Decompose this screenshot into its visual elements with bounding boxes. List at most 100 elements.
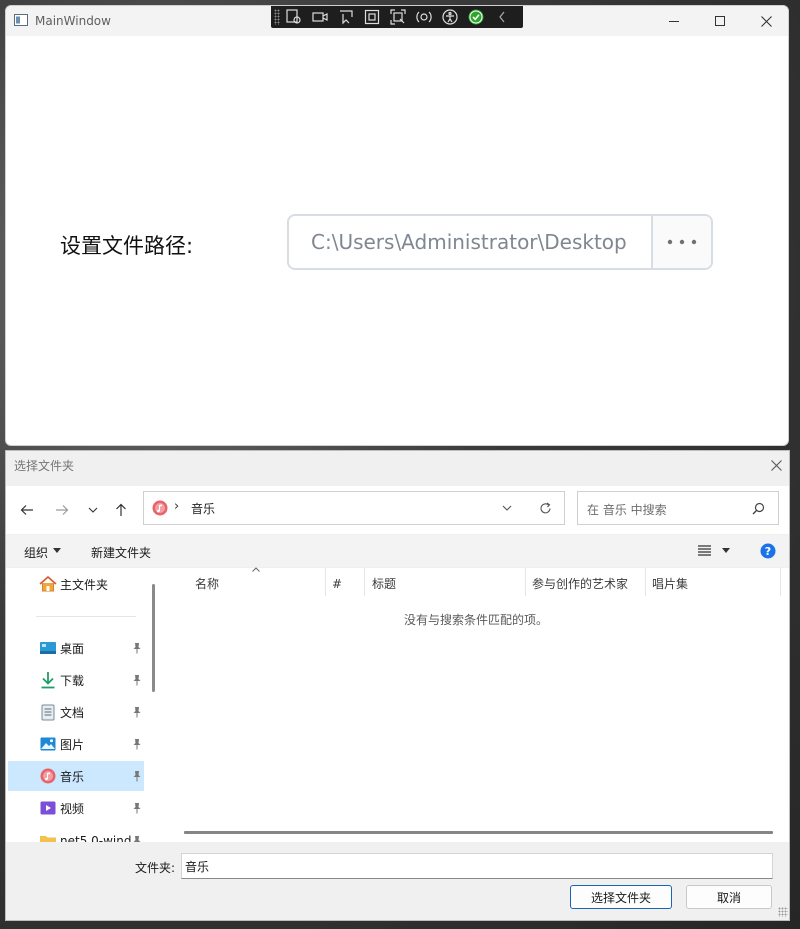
breadcrumb-separator: › [174, 499, 180, 514]
maximize-icon [715, 16, 725, 26]
debug-toolbar [271, 6, 523, 28]
pointer-icon[interactable] [337, 8, 355, 26]
column-divider[interactable] [325, 568, 326, 596]
path-label: 设置文件路径: [60, 234, 194, 258]
arrow-up-icon [115, 503, 127, 517]
address-bar[interactable]: › 音乐 [143, 491, 565, 525]
minimize-icon [669, 16, 679, 26]
view-options-icon[interactable] [698, 545, 711, 556]
forward-button[interactable] [50, 498, 74, 522]
pin-icon[interactable] [131, 835, 143, 842]
arrow-left-icon [20, 504, 34, 516]
pin-icon[interactable] [131, 738, 143, 750]
sort-ascending-icon [252, 567, 260, 572]
refresh-icon[interactable] [539, 502, 552, 515]
breadcrumb-location[interactable]: 音乐 [191, 500, 215, 517]
pin-icon[interactable] [131, 642, 143, 654]
videos-icon [39, 799, 57, 817]
close-icon [760, 15, 772, 27]
sidebar-item-videos[interactable]: 视频 [8, 793, 144, 823]
title-bar[interactable]: MainWindow [6, 6, 788, 36]
select-folder-button[interactable]: 选择文件夹 [570, 885, 672, 909]
music-icon [152, 500, 168, 516]
caret-down-icon[interactable] [722, 548, 730, 553]
svg-text:?: ? [765, 545, 771, 558]
music-icon [39, 767, 57, 785]
window-title: MainWindow [35, 14, 111, 28]
pin-icon[interactable] [131, 674, 143, 686]
horizontal-scrollbar[interactable] [184, 831, 773, 834]
record-icon[interactable] [311, 8, 329, 26]
folder-icon [39, 832, 57, 842]
pin-icon[interactable] [131, 802, 143, 814]
frame-icon[interactable] [363, 8, 381, 26]
column-divider[interactable] [525, 568, 526, 596]
hot-reload-icon[interactable] [415, 8, 433, 26]
sidebar-item-folder[interactable]: net5.0-wind [8, 826, 144, 842]
dialog-title: 选择文件夹 [14, 459, 75, 473]
desktop-icon [39, 639, 57, 657]
close-button[interactable] [743, 6, 788, 36]
back-button[interactable] [15, 498, 39, 522]
navigation-pane: 主文件夹 桌面 下载 文档 图片 音乐 视频 net5.0-wind [6, 568, 164, 842]
select-element-icon[interactable] [285, 8, 303, 26]
browse-button[interactable] [651, 216, 711, 268]
main-window: MainWindow 设置文件路径: C:\Users\Administrato… [5, 5, 789, 446]
close-icon [770, 459, 782, 471]
column-header-artist[interactable]: 参与创作的艺术家 [532, 572, 628, 596]
screen-select-icon[interactable] [389, 8, 407, 26]
chevron-down-icon [88, 507, 98, 513]
search-input[interactable]: 在 音乐 中搜索 [577, 491, 779, 525]
sidebar-item-pictures[interactable]: 图片 [8, 729, 144, 759]
column-header-name[interactable]: 名称 [195, 572, 219, 596]
caret-down-icon [53, 548, 61, 553]
sidebar-item-documents[interactable]: 文档 [8, 697, 144, 727]
sidebar-item-desktop[interactable]: 桌面 [8, 633, 144, 663]
recent-locations-button[interactable] [81, 498, 105, 522]
resize-grip[interactable] [778, 907, 788, 917]
column-divider[interactable] [645, 568, 646, 596]
column-header-number[interactable]: # [332, 572, 342, 596]
document-icon [39, 703, 57, 721]
column-divider[interactable] [780, 568, 781, 596]
divider [36, 616, 136, 617]
navigation-bar: › 音乐 在 音乐 中搜索 [6, 486, 789, 534]
sidebar-item-music[interactable]: 音乐 [8, 761, 144, 791]
column-header-title[interactable]: 标题 [372, 572, 396, 596]
drag-grip[interactable] [274, 9, 280, 25]
app-icon [14, 14, 28, 26]
folder-input[interactable] [181, 853, 773, 879]
minimize-button[interactable] [651, 6, 697, 36]
up-button[interactable] [109, 498, 133, 522]
dialog-close-button[interactable] [766, 455, 786, 475]
sidebar-item-downloads[interactable]: 下载 [8, 665, 144, 695]
collapse-icon[interactable] [493, 8, 511, 26]
help-icon[interactable]: ? [760, 543, 776, 559]
maximize-button[interactable] [697, 6, 743, 36]
organize-menu[interactable]: 组织 [24, 544, 48, 561]
home-icon [39, 575, 57, 593]
arrow-right-icon [55, 504, 69, 516]
new-folder-button[interactable]: 新建文件夹 [91, 544, 151, 561]
empty-message: 没有与搜索条件匹配的项。 [404, 613, 549, 627]
pin-icon[interactable] [131, 770, 143, 782]
check-icon[interactable] [467, 8, 485, 26]
navigation-scrollbar[interactable] [152, 584, 155, 692]
command-bar: 组织 新建文件夹 ? [6, 535, 789, 567]
download-icon [39, 671, 57, 689]
more-icon [667, 239, 697, 245]
column-header-album[interactable]: 唱片集 [652, 572, 688, 596]
search-placeholder: 在 音乐 中搜索 [587, 503, 667, 517]
cancel-button[interactable]: 取消 [686, 885, 772, 909]
column-divider[interactable] [364, 568, 365, 596]
pictures-icon [39, 735, 57, 753]
chevron-down-icon[interactable] [502, 505, 512, 511]
file-list: 名称 # 标题 参与创作的艺术家 唱片集 没有与搜索条件匹配的项。 [164, 567, 789, 842]
path-field[interactable]: C:\Users\Administrator\Desktop [287, 214, 713, 270]
accessibility-icon[interactable] [441, 8, 459, 26]
pin-icon[interactable] [131, 706, 143, 718]
sidebar-item-home[interactable]: 主文件夹 [8, 569, 144, 599]
folder-label: 文件夹: [135, 861, 176, 875]
search-icon[interactable] [752, 502, 765, 515]
path-input[interactable]: C:\Users\Administrator\Desktop [289, 216, 651, 268]
